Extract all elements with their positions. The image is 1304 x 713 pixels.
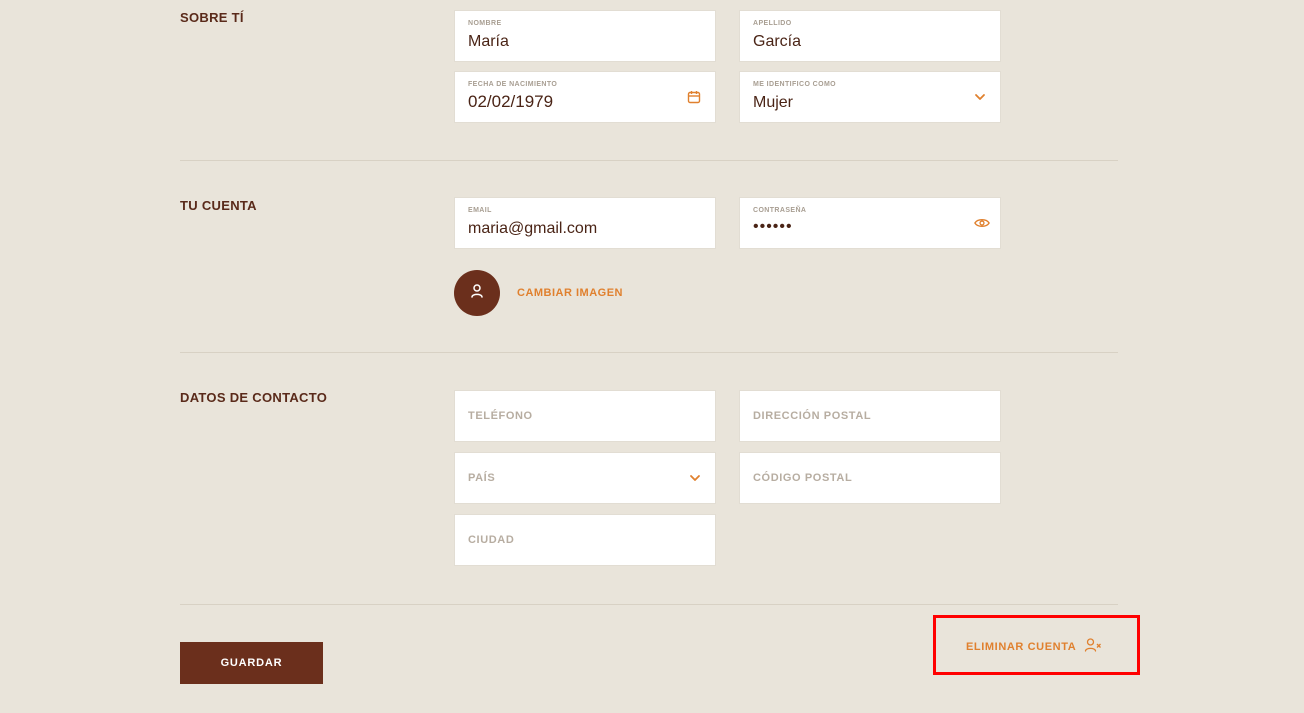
phone-field[interactable]: TELÉFONO xyxy=(454,390,716,442)
city-field[interactable]: CIUDAD xyxy=(454,514,716,566)
profile-settings-page: SOBRE TÍ NOMBRE María APELLIDO García FE… xyxy=(0,0,1304,713)
address-placeholder: DIRECCIÓN POSTAL xyxy=(753,410,872,422)
delete-account-label: ELIMINAR CUENTA xyxy=(966,640,1077,653)
postal-code-field[interactable]: CÓDIGO POSTAL xyxy=(739,452,1001,504)
calendar-icon[interactable] xyxy=(686,89,702,105)
birthdate-label: FECHA DE NACIMIENTO xyxy=(468,81,558,88)
country-placeholder: PAÍS xyxy=(468,472,496,484)
save-button[interactable]: GUARDAR xyxy=(180,642,323,684)
chevron-down-icon xyxy=(972,89,988,105)
last-name-value: García xyxy=(753,33,802,50)
last-name-label: APELLIDO xyxy=(753,20,792,27)
email-value: maria@gmail.com xyxy=(468,220,598,237)
phone-placeholder: TELÉFONO xyxy=(468,410,533,422)
gender-value: Mujer xyxy=(753,94,794,111)
user-remove-icon xyxy=(1084,637,1102,656)
address-field[interactable]: DIRECCIÓN POSTAL xyxy=(739,390,1001,442)
first-name-label: NOMBRE xyxy=(468,20,502,27)
section-title-contact: DATOS DE CONTACTO xyxy=(180,390,328,405)
first-name-value: María xyxy=(468,33,509,50)
user-icon xyxy=(469,283,485,304)
birthdate-field[interactable]: FECHA DE NACIMIENTO 02/02/1979 xyxy=(454,71,716,123)
gender-label: ME IDENTIFICO COMO xyxy=(753,81,837,88)
password-field[interactable]: CONTRASEÑA •••••• xyxy=(739,197,1001,249)
postal-code-placeholder: CÓDIGO POSTAL xyxy=(753,472,853,484)
change-image-link[interactable]: CAMBIAR IMAGEN xyxy=(517,287,623,299)
section-title-account: TU CUENTA xyxy=(180,198,257,213)
first-name-field[interactable]: NOMBRE María xyxy=(454,10,716,62)
section-divider xyxy=(180,604,1118,605)
eye-icon[interactable] xyxy=(974,215,990,231)
section-divider xyxy=(180,160,1118,161)
avatar[interactable] xyxy=(454,270,500,316)
password-value: •••••• xyxy=(753,218,793,235)
email-label: EMAIL xyxy=(468,207,492,214)
last-name-field[interactable]: APELLIDO García xyxy=(739,10,1001,62)
delete-account-button[interactable]: ELIMINAR CUENTA xyxy=(966,637,1102,656)
section-divider xyxy=(180,352,1118,353)
country-select[interactable]: PAÍS xyxy=(454,452,716,504)
email-field[interactable]: EMAIL maria@gmail.com xyxy=(454,197,716,249)
section-title-about: SOBRE TÍ xyxy=(180,10,244,25)
chevron-down-icon xyxy=(687,470,703,486)
gender-select[interactable]: ME IDENTIFICO COMO Mujer xyxy=(739,71,1001,123)
city-placeholder: CIUDAD xyxy=(468,534,515,546)
password-label: CONTRASEÑA xyxy=(753,207,807,214)
birthdate-value: 02/02/1979 xyxy=(468,92,554,111)
